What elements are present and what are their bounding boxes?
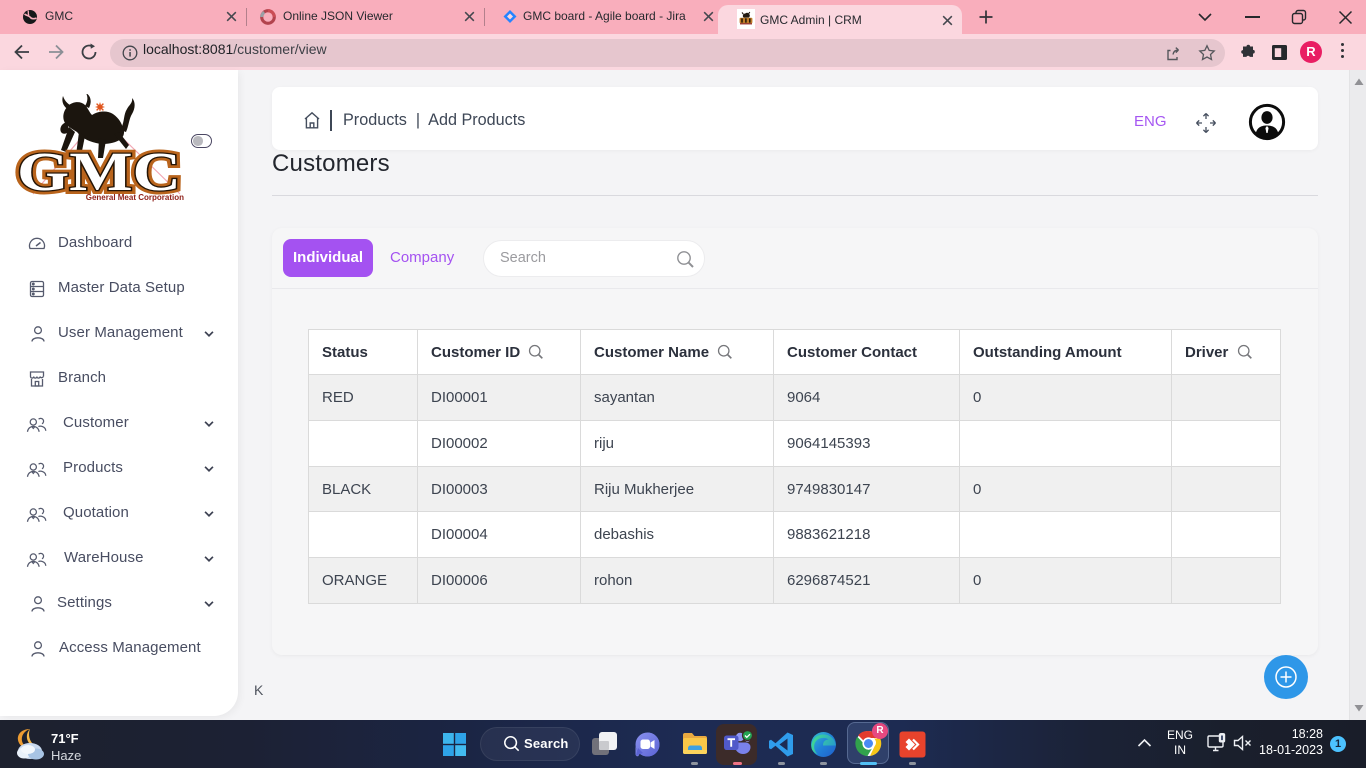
svg-text:General Meat Corporation: General Meat Corporation [86, 193, 184, 202]
